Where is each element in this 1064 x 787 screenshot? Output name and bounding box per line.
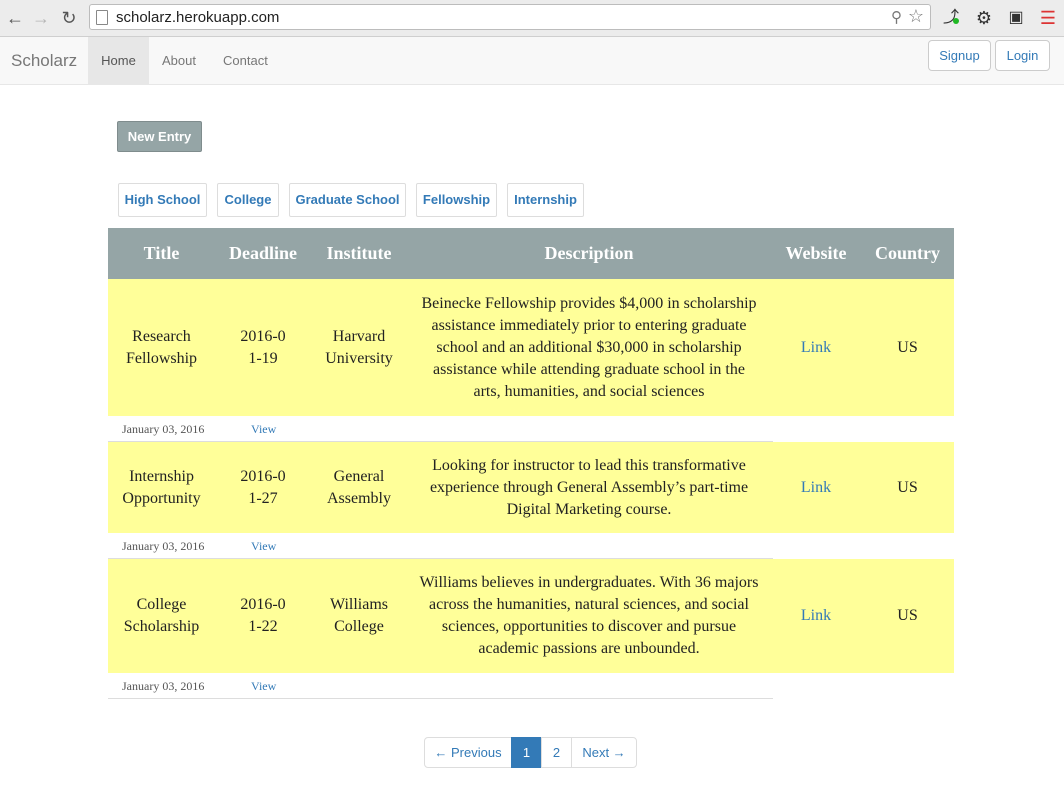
table-header: Title Deadline Institute Description Web… [108,228,954,279]
nav-about[interactable]: About [149,37,209,84]
row-deadline: 2016-01-27 [240,467,286,507]
row-view-link[interactable]: View [251,679,276,694]
header-title: Title [143,243,180,263]
filter-graduate-school[interactable]: Graduate School [289,183,406,217]
row-meta: January 03, 2016 View [108,673,773,699]
row-title: Internship Opportunity [122,467,201,507]
new-entry-button[interactable]: New Entry [117,121,202,152]
table-row: College Scholarship 2016-01-22 Williams … [108,559,954,673]
row-title: College Scholarship [123,596,200,635]
row-posted-date: January 03, 2016 [122,679,205,693]
row-website-link[interactable]: Link [771,442,861,533]
header-institute: Institute [326,243,392,263]
row-country: US [897,338,918,356]
filter-fellowship[interactable]: Fellowship [416,183,497,217]
star-icon[interactable]: ☆ [908,6,924,27]
filter-college[interactable]: College [217,183,279,217]
header-description: Description [544,243,634,263]
row-website-link[interactable]: Link [771,279,861,416]
row-country: US [897,607,918,624]
row-view-link[interactable]: View [251,539,276,554]
url-text[interactable]: scholarz.herokuapp.com [116,9,279,26]
filter-internship[interactable]: Internship [507,183,584,217]
address-bar[interactable]: scholarz.herokuapp.com ⚲ ☆ [89,4,931,30]
header-deadline: Deadline [228,243,297,263]
menu-icon[interactable]: ☰ [1038,8,1058,28]
pagination-next[interactable]: Next → [571,737,637,768]
zoom-icon[interactable]: ⚲ [891,8,902,26]
browser-toolbar: ← → ↻ scholarz.herokuapp.com ⚲ ☆ ⤴ ⚙ ▣ ☰ [0,0,1064,37]
site-navbar: Scholarz Home About Contact Signup Login [0,37,1064,85]
row-deadline: 2016-01-22 [240,596,286,635]
row-description: Looking for instructor to lead this tran… [429,456,749,518]
row-posted-date: January 03, 2016 [122,539,205,553]
status-dot [953,18,959,24]
brand-logo[interactable]: Scholarz [11,51,77,71]
row-description: Williams believes in undergraduates. Wit… [419,574,759,657]
gear-icon[interactable]: ⚙ [974,8,994,28]
pagination-page-2[interactable]: 2 [541,737,572,768]
nav-home[interactable]: Home [88,37,149,84]
filter-high-school[interactable]: High School [118,183,207,217]
nav-contact[interactable]: Contact [210,37,281,84]
row-deadline: 2016-01-19 [240,327,286,367]
row-view-link[interactable]: View [251,422,276,437]
row-description: Beinecke Fellowship provides $4,000 in s… [421,294,757,400]
back-icon[interactable]: ← [4,7,26,29]
reload-icon[interactable]: ↻ [58,7,80,29]
header-website: Website [785,243,847,263]
row-meta: January 03, 2016 View [108,533,773,559]
page-icon [96,10,108,25]
forward-icon[interactable]: → [30,7,52,29]
login-button[interactable]: Login [995,40,1050,71]
pagination-page-1[interactable]: 1 [511,737,542,768]
row-meta: January 03, 2016 View [108,416,773,442]
signup-button[interactable]: Signup [928,40,991,71]
row-institute: Williams College [329,596,388,635]
row-institute: General Assembly [327,467,391,507]
cast-icon[interactable]: ▣ [1006,8,1026,28]
table-row: Research Fellowship 2016-01-19 Harvard U… [108,279,954,416]
pagination-previous[interactable]: ← Previous [424,737,512,768]
row-website-link[interactable]: Link [771,559,861,673]
table-row: Internship Opportunity 2016-01-27 Genera… [108,442,954,533]
row-institute: Harvard University [325,327,393,367]
row-country: US [897,478,918,496]
header-country: Country [874,243,940,263]
row-title: Research Fellowship [125,327,198,367]
row-posted-date: January 03, 2016 [122,422,205,436]
